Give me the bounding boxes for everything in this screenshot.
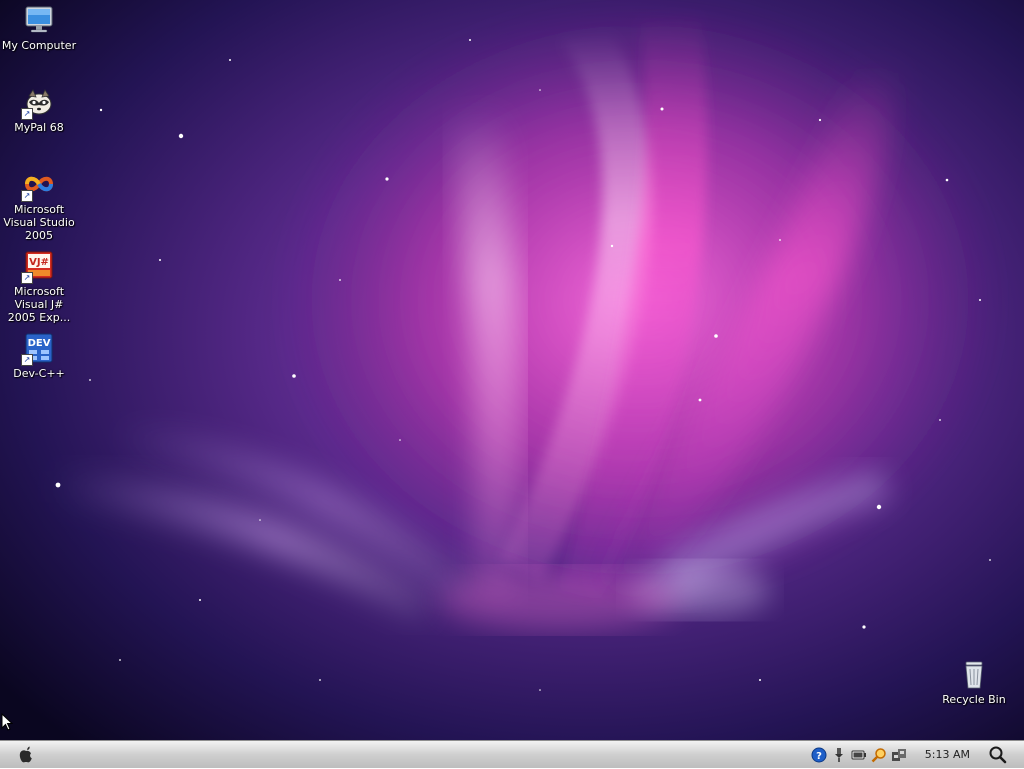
desktop-icon-my-computer[interactable]: My Computer bbox=[0, 4, 79, 52]
desktop-icon-label: Microsoft Visual Studio 2005 bbox=[3, 203, 75, 242]
visual-studio-icon: ↗ bbox=[21, 168, 55, 202]
system-tray: ? 5:13 AM bbox=[809, 741, 1024, 768]
shortcut-arrow-icon: ↗ bbox=[21, 108, 33, 120]
vj-badge-text: VJ# bbox=[29, 257, 49, 268]
shortcut-arrow-icon: ↗ bbox=[21, 190, 33, 202]
apple-logo-icon[interactable] bbox=[14, 743, 38, 765]
visual-jsharp-icon: VJ# ↗ bbox=[21, 250, 55, 284]
desktop-icon-label: Microsoft Visual J# 2005 Exp... bbox=[7, 285, 71, 324]
recycle-bin-icon bbox=[958, 658, 990, 690]
desktop-icon-recycle-bin[interactable]: Recycle Bin bbox=[934, 658, 1014, 706]
safely-remove-icon[interactable] bbox=[831, 747, 847, 763]
taskbar-clock[interactable]: 5:13 AM bbox=[925, 748, 970, 761]
desktop-icon-label: Dev-C++ bbox=[13, 367, 65, 380]
desktop-icon-visual-jsharp[interactable]: VJ# ↗ Microsoft Visual J# 2005 Exp... bbox=[0, 250, 79, 324]
mouse-cursor-icon bbox=[1, 713, 13, 731]
desktop-icon-visual-studio[interactable]: ↗ Microsoft Visual Studio 2005 bbox=[0, 168, 79, 242]
help-icon[interactable]: ? bbox=[811, 747, 827, 763]
spotlight-search-icon[interactable] bbox=[988, 745, 1008, 765]
mypal-icon: ↗ bbox=[21, 86, 55, 120]
shortcut-arrow-icon: ↗ bbox=[21, 354, 33, 366]
battery-icon[interactable] bbox=[851, 747, 867, 763]
recycle-bin-label: Recycle Bin bbox=[942, 693, 1006, 706]
my-computer-icon bbox=[23, 4, 55, 36]
dev-badge-text: DEV bbox=[28, 338, 51, 349]
desktop-icon-label: My Computer bbox=[1, 39, 77, 52]
dev-cpp-icon: DEV ↗ bbox=[21, 332, 55, 366]
wallpaper-aurora bbox=[0, 0, 1024, 740]
desktop[interactable]: My Computer ↗ MyPal 68 ↗ Microsoft Visua… bbox=[0, 0, 1024, 740]
network-icon[interactable] bbox=[891, 747, 907, 763]
desktop-icon-label: MyPal 68 bbox=[14, 121, 64, 134]
search-tray-icon[interactable] bbox=[871, 747, 887, 763]
svg-text:?: ? bbox=[816, 751, 822, 762]
desktop-icon-mypal[interactable]: ↗ MyPal 68 bbox=[0, 86, 79, 134]
shortcut-arrow-icon: ↗ bbox=[21, 272, 33, 284]
desktop-icon-dev-cpp[interactable]: DEV ↗ Dev-C++ bbox=[0, 332, 79, 380]
taskbar: ? 5:13 AM bbox=[0, 740, 1024, 768]
